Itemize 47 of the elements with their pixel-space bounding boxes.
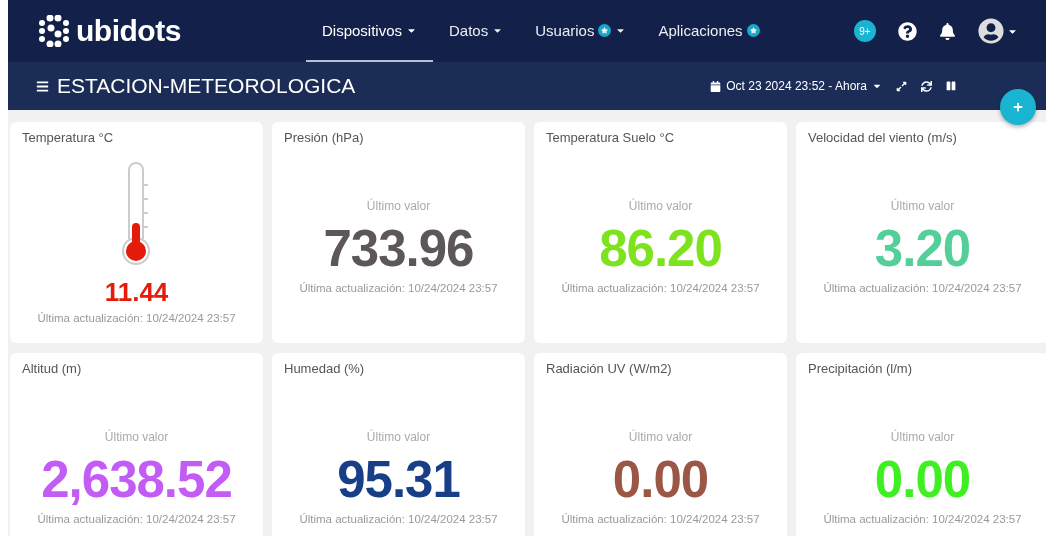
last-update-text: Última actualización: 10/24/2024 23:57: [561, 513, 760, 525]
bell-icon[interactable]: [939, 22, 956, 40]
nav-tab[interactable]: Usuarios: [519, 0, 643, 62]
widget-caption: Último valor: [366, 199, 431, 213]
last-update-text: Última actualización: 10/24/2024 23:57: [37, 312, 236, 324]
dashboard-title: ESTACION-METEOROLOGICA: [57, 74, 356, 98]
widget-caption: Último valor: [628, 199, 693, 213]
widget-title: Altitud (m): [22, 361, 82, 376]
widget-value: 0.00: [612, 450, 709, 509]
widget-caption: Último valor: [104, 430, 169, 444]
nav-tab[interactable]: Datos: [433, 0, 520, 62]
last-update-text: Última actualización: 10/24/2024 23:57: [823, 513, 1022, 525]
calendar-icon: [710, 80, 722, 92]
logo-icon: [38, 15, 70, 47]
widget-value: 3.20: [874, 219, 971, 278]
widget-title: Temperatura Suelo °C: [546, 130, 675, 145]
widget-caption: Último valor: [890, 430, 955, 444]
last-update-text: Última actualización: 10/24/2024 23:57: [37, 513, 236, 525]
widget-title: Precipitación (l/m): [808, 361, 913, 376]
widget-title: Temperatura °C: [22, 130, 114, 145]
widget-caption: Último valor: [628, 430, 693, 444]
last-update-text: Última actualización: 10/24/2024 23:57: [823, 282, 1022, 294]
last-update-text: Última actualización: 10/24/2024 23:57: [561, 282, 760, 294]
widget-value: 11.44: [104, 277, 169, 308]
widget-title: Velocidad del viento (m/s): [808, 130, 957, 145]
date-range-picker[interactable]: Oct 23 2024 23:52 - Ahora: [710, 79, 882, 93]
last-update-text: Última actualización: 10/24/2024 23:57: [299, 513, 498, 525]
widget-value: 86.20: [599, 219, 722, 278]
refresh-icon[interactable]: [921, 80, 932, 92]
widget-value: 0.00: [874, 450, 971, 509]
brand-name: ubidots: [76, 14, 181, 48]
plus-icon: [1013, 102, 1023, 112]
widget-value: 733.96: [323, 219, 474, 278]
avatar-icon[interactable]: [978, 18, 1004, 44]
help-icon[interactable]: [898, 21, 917, 41]
widget-value: 2,638.52: [41, 450, 232, 509]
widget-title: Radiación UV (W/m2): [546, 361, 672, 376]
pause-icon[interactable]: [946, 81, 956, 91]
expand-icon[interactable]: [896, 80, 907, 92]
last-update-text: Última actualización: 10/24/2024 23:57: [299, 282, 498, 294]
widget-value: 95.31: [337, 450, 460, 509]
widget-caption: Último valor: [890, 199, 955, 213]
widget-title: Humedad (%): [284, 361, 365, 376]
widget-title: Presión (hPa): [284, 130, 364, 145]
nav-tab[interactable]: Aplicaciones: [642, 0, 776, 62]
menu-icon[interactable]: [36, 79, 49, 93]
widget-caption: Último valor: [366, 430, 431, 444]
